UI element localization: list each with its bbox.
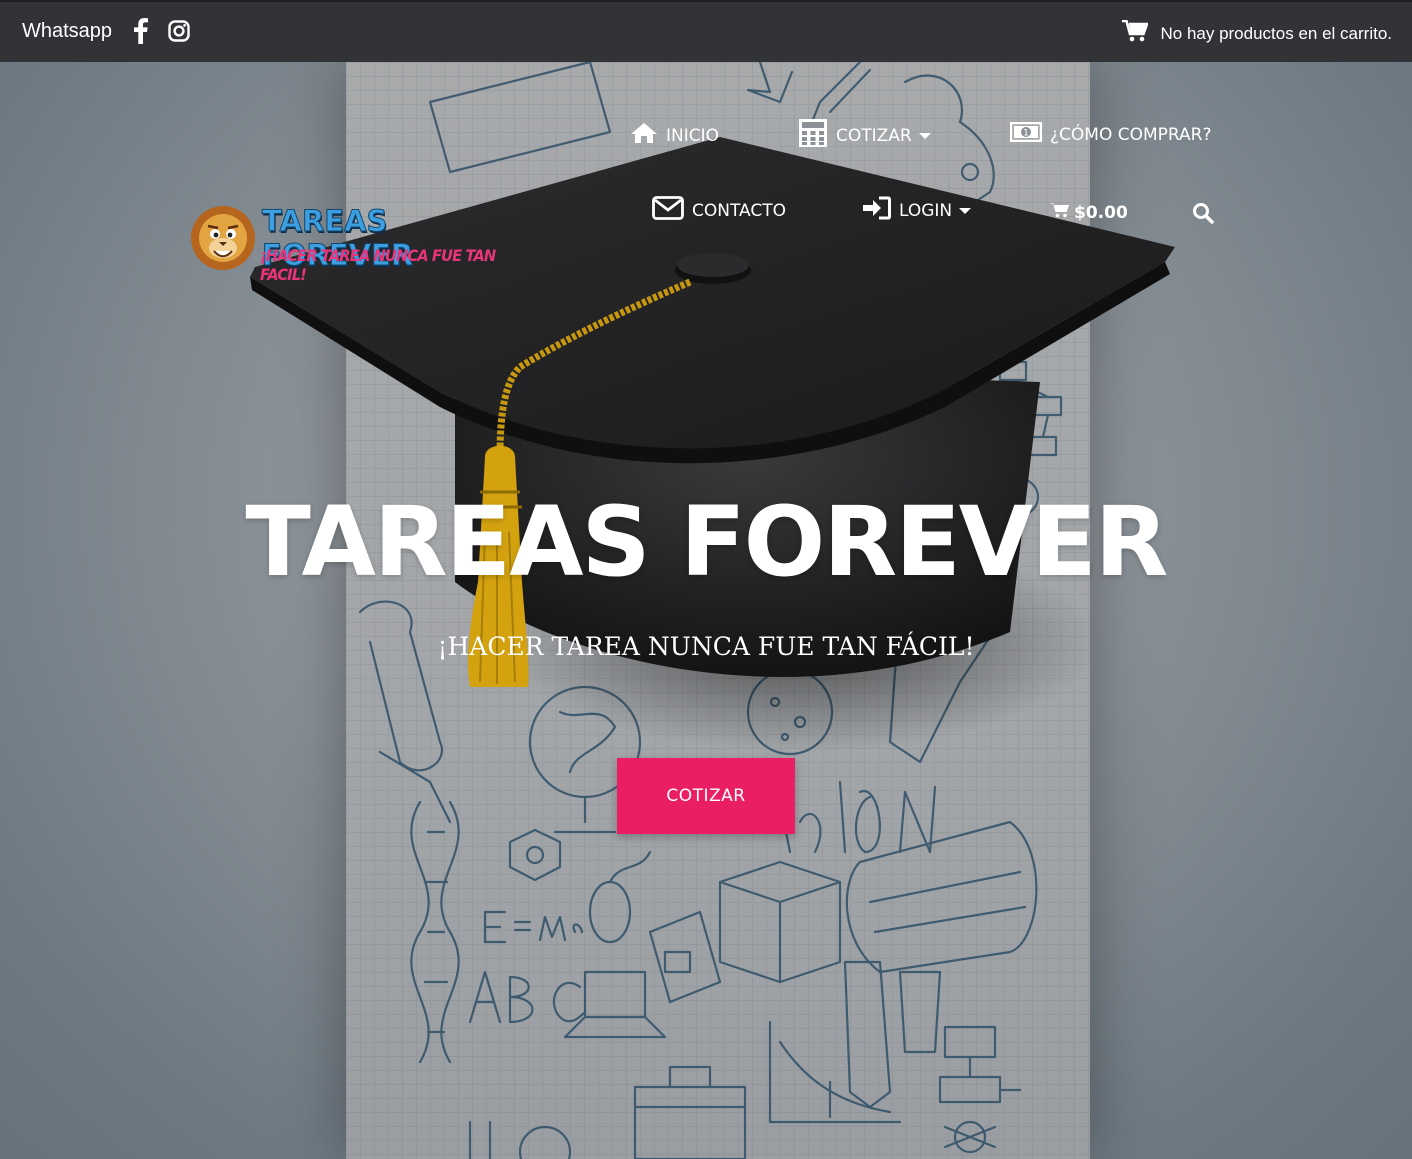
nav-cart-total[interactable]: $0.00 — [1050, 202, 1128, 223]
nav-cotizar-label: COTIZAR — [836, 125, 912, 146]
nav-inicio-label: INICIO — [666, 125, 720, 146]
chevron-down-icon — [918, 132, 931, 139]
instagram-icon[interactable] — [168, 20, 190, 47]
nav-login-label: LOGIN — [899, 200, 953, 221]
money-icon: 1 — [1009, 121, 1050, 147]
nav-contacto[interactable]: CONTACTO — [652, 196, 786, 225]
hero-section: TAREAS FOREVER ¡HACER TAREA NUNCA FUE TA… — [0, 62, 1412, 1159]
lion-mascot-icon — [191, 206, 255, 270]
site-logo[interactable]: TAREAS FOREVER ¡HACER TAREA NUNCA FUE TA… — [190, 198, 530, 284]
topbar-cart[interactable]: No hay productos en el carrito. — [1122, 19, 1392, 47]
calculator-icon — [798, 118, 836, 153]
nav-inicio[interactable]: INICIO — [630, 122, 719, 149]
nav-cart-total-label: $0.00 — [1074, 202, 1128, 223]
home-icon — [630, 122, 666, 149]
svg-text:1: 1 — [1023, 129, 1029, 139]
facebook-icon[interactable] — [134, 18, 148, 49]
cart-status-text: No hay productos en el carrito. — [1160, 23, 1392, 43]
nav-como-comprar[interactable]: 1 ¿CÓMO COMPRAR? — [1009, 121, 1212, 147]
shopping-cart-icon — [1122, 19, 1160, 47]
sign-in-icon — [863, 196, 899, 225]
search-icon[interactable] — [1192, 202, 1214, 229]
nav-cotizar[interactable]: COTIZAR — [798, 118, 931, 153]
chevron-down-icon — [959, 207, 972, 214]
nav-como-comprar-label: ¿CÓMO COMPRAR? — [1050, 124, 1212, 145]
whatsapp-link[interactable]: Whatsapp — [22, 20, 112, 43]
logo-tagline: ¡HACER TAREA NUNCA FUE TAN FACIL! — [260, 246, 496, 284]
nav-contacto-label: CONTACTO — [692, 200, 786, 221]
cotizar-cta-button[interactable]: COTIZAR — [617, 758, 795, 834]
envelope-icon — [652, 196, 692, 225]
hero-subtitle: ¡HACER TAREA NUNCA FUE TAN FÁCIL! — [437, 632, 975, 661]
top-bar: Whatsapp No hay productos en el carrito. — [0, 0, 1412, 62]
hero-title: TAREAS FOREVER — [245, 486, 1168, 598]
nav-login[interactable]: LOGIN — [863, 196, 972, 225]
